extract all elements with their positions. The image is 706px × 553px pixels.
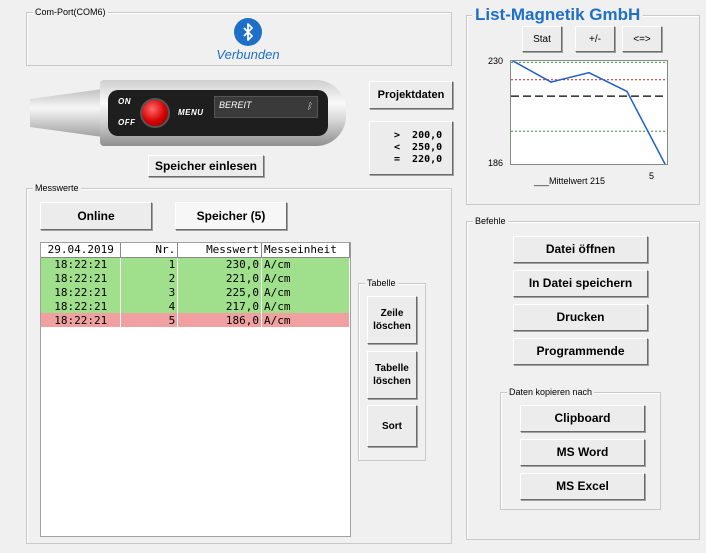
device-display-text: BEREIT xyxy=(219,100,252,110)
chart-svg xyxy=(511,60,667,165)
bluetooth-glyph-icon xyxy=(243,23,253,41)
cell-nr: 5 xyxy=(120,313,179,327)
in-datei-speichern-button[interactable]: In Datei speichern xyxy=(513,270,648,297)
cell-time: 18:22:21 xyxy=(41,299,122,313)
y-tick-bottom: 186 xyxy=(488,158,504,168)
measurement-grid: 29.04.2019 Nr. Messwert Messeinheit 18:2… xyxy=(41,243,350,327)
cell-time: 18:22:21 xyxy=(41,285,122,299)
device-tip xyxy=(30,88,110,138)
header-date[interactable]: 29.04.2019 xyxy=(41,243,122,258)
bluetooth-small-icon: ᛒ xyxy=(306,101,312,111)
tabelle-title: Tabelle xyxy=(365,277,398,289)
cell-time: 18:22:21 xyxy=(41,257,122,271)
data-point xyxy=(550,81,552,83)
tabelle-loeschen-button[interactable]: Tabelle löschen xyxy=(367,351,417,399)
device-off-label: OFF xyxy=(118,118,136,127)
befehle-title: Befehle xyxy=(473,215,508,227)
device-image: ON OFF MENU BEREIT ᛒ xyxy=(30,78,346,150)
table-row[interactable]: 18:22:21 2 221,0 A/cm xyxy=(41,271,350,285)
ms-excel-button[interactable]: MS Excel xyxy=(520,473,645,500)
projektdaten-button[interactable]: Projektdaten xyxy=(369,81,453,109)
header-nr[interactable]: Nr. xyxy=(120,243,179,258)
mean-legend: ___Mittelwert 215 xyxy=(534,176,606,186)
device-display: BEREIT ᛒ xyxy=(214,96,318,118)
cell-value: 221,0 xyxy=(177,271,263,285)
cell-nr: 2 xyxy=(120,271,179,285)
measurement-table[interactable]: 29.04.2019 Nr. Messwert Messeinheit 18:2… xyxy=(40,242,351,537)
table-row[interactable]: 18:22:21 3 225,0 A/cm xyxy=(41,285,350,299)
bluetooth-icon xyxy=(234,18,262,46)
clipboard-button[interactable]: Clipboard xyxy=(520,405,645,432)
tabelle-label-1: Tabelle xyxy=(375,363,409,374)
zeile-label-1: Zeile xyxy=(380,308,404,319)
device-power-button xyxy=(140,98,170,128)
stat-button[interactable]: Stat xyxy=(522,26,562,52)
cell-nr: 1 xyxy=(120,257,179,271)
cell-unit: A/cm xyxy=(261,313,350,327)
cell-unit: A/cm xyxy=(261,299,350,313)
brand-title: List-Magnetik GmbH xyxy=(472,5,644,25)
series-line xyxy=(512,60,666,165)
limit-greater: > 200,0 xyxy=(394,130,443,141)
table-row[interactable]: 18:22:21 5 186,0 A/cm xyxy=(41,313,350,327)
datei-oeffnen-button[interactable]: Datei öffnen xyxy=(513,236,648,263)
tab-speicher[interactable]: Speicher (5) xyxy=(175,202,287,230)
table-header-row: 29.04.2019 Nr. Messwert Messeinheit xyxy=(41,243,350,258)
connection-status: Verbunden xyxy=(216,47,280,62)
cell-time: 18:22:21 xyxy=(41,313,122,327)
programmende-button[interactable]: Programmende xyxy=(513,338,648,365)
header-messeinheit[interactable]: Messeinheit xyxy=(261,243,350,258)
chart-area xyxy=(510,60,668,165)
cell-value: 225,0 xyxy=(177,285,263,299)
cell-unit: A/cm xyxy=(261,257,350,271)
cell-nr: 3 xyxy=(120,285,179,299)
cell-value: 186,0 xyxy=(177,313,263,327)
plusminus-button[interactable]: +/- xyxy=(575,26,615,52)
data-point xyxy=(588,71,590,74)
header-messwert[interactable]: Messwert xyxy=(177,243,263,258)
messwerte-title: Messwerte xyxy=(33,182,81,194)
cell-value: 230,0 xyxy=(177,257,263,271)
limit-equal: = 220,0 xyxy=(394,154,443,165)
x-tick-last: 5 xyxy=(649,171,655,181)
cell-nr: 4 xyxy=(120,299,179,313)
limits-button[interactable]: > 200,0 < 250,0 = 220,0 xyxy=(369,121,453,175)
cell-unit: A/cm xyxy=(261,285,350,299)
com-port-title: Com-Port(COM6) xyxy=(33,6,108,18)
cell-value: 217,0 xyxy=(177,299,263,313)
range-button[interactable]: <=> xyxy=(622,26,662,52)
zeile-label-2: löschen xyxy=(373,321,411,332)
drucken-button[interactable]: Drucken xyxy=(513,304,648,331)
table-row[interactable]: 18:22:21 4 217,0 A/cm xyxy=(41,299,350,313)
limit-less: < 250,0 xyxy=(394,142,443,153)
cell-time: 18:22:21 xyxy=(41,271,122,285)
tabelle-label-2: löschen xyxy=(373,376,411,387)
data-point xyxy=(626,90,628,93)
device-on-label: ON xyxy=(118,97,131,106)
y-tick-top: 230 xyxy=(488,56,504,66)
device-menu-label: MENU xyxy=(178,108,204,117)
speicher-einlesen-button[interactable]: Speicher einlesen xyxy=(148,155,264,177)
table-row[interactable]: 18:22:21 1 230,0 A/cm xyxy=(41,257,350,271)
sort-button[interactable]: Sort xyxy=(367,405,417,447)
zeile-loeschen-button[interactable]: Zeile löschen xyxy=(367,296,417,344)
daten-kopieren-title: Daten kopieren nach xyxy=(507,386,595,398)
cell-unit: A/cm xyxy=(261,271,350,285)
tab-online[interactable]: Online xyxy=(40,202,152,230)
ms-word-button[interactable]: MS Word xyxy=(520,439,645,466)
